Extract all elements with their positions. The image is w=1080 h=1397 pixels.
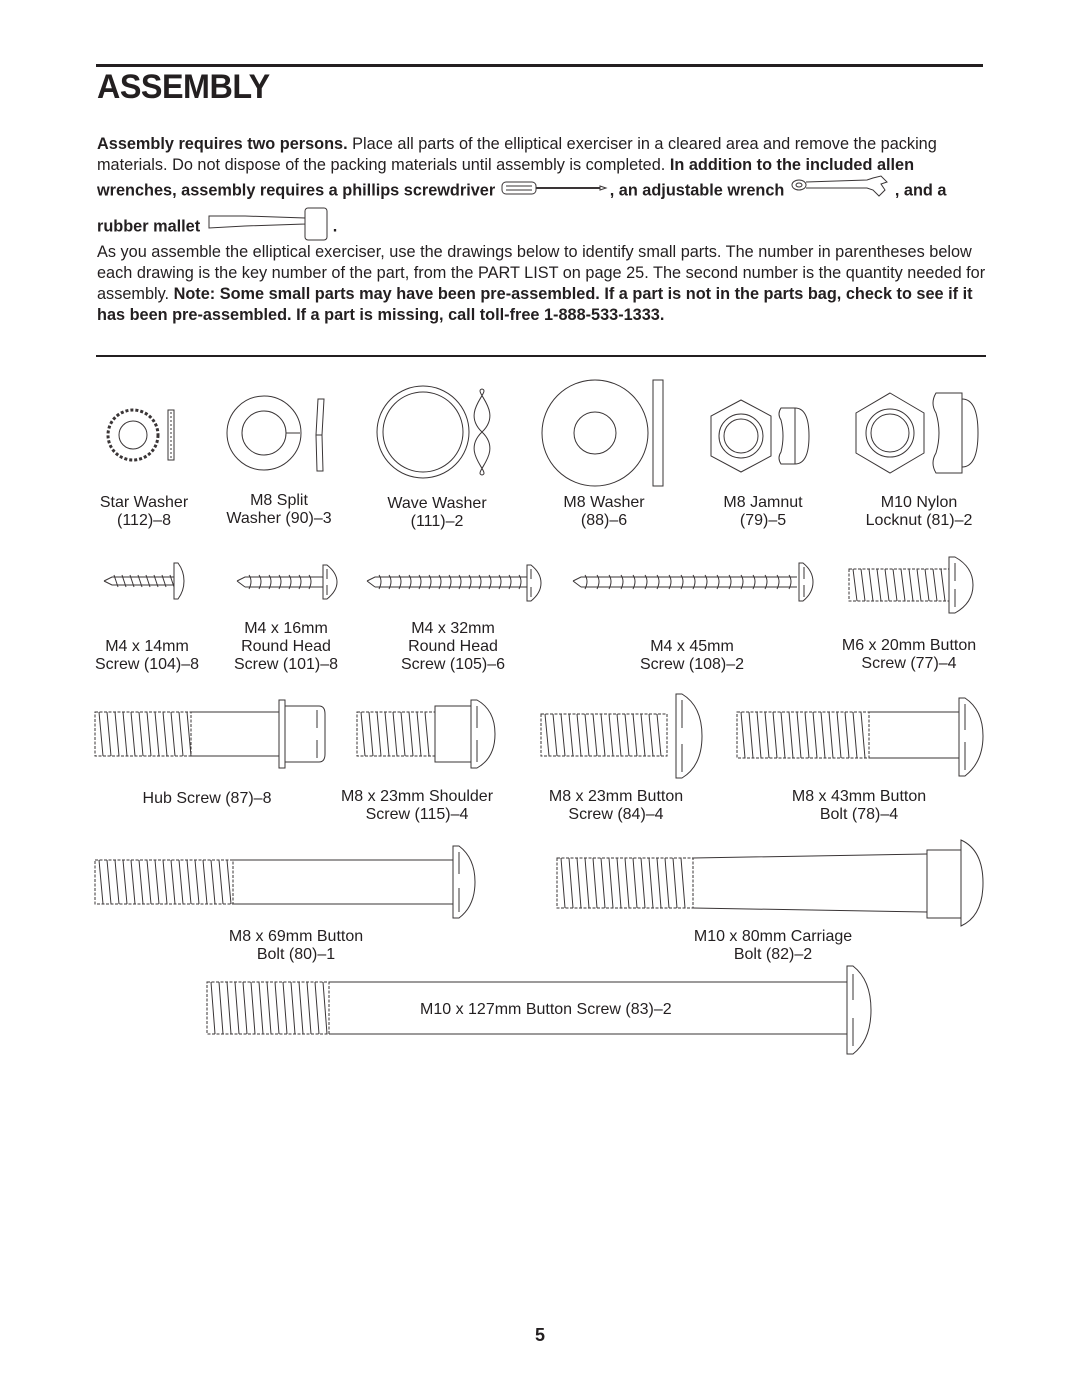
screw-108-label: M4 x 45mm Screw (108)–2 [639, 638, 745, 673]
screw-105-label: M4 x 32mm Round Head Screw (105)–6 [400, 620, 506, 673]
nylon-locknut-drawing [855, 392, 986, 480]
instructions-note: Note: Some small parts may have been pre… [97, 285, 973, 324]
carriage-bolt-82-drawing [555, 839, 985, 931]
intro-paragraph: Assembly requires two persons. Place all… [97, 134, 987, 248]
button-bolt-78-label: M8 x 43mm Button Bolt (78)–4 [791, 788, 927, 823]
section-rule [96, 355, 986, 357]
screw-108-drawing [572, 562, 814, 606]
carriage-bolt-82-label: M10 x 80mm Carriage Bolt (82)–2 [693, 928, 853, 963]
nylon-locknut-label: M10 Nylon Locknut (81)–2 [865, 494, 973, 529]
hub-screw-label: Hub Screw (87)–8 [142, 790, 272, 807]
intro-period: . [332, 217, 338, 236]
hub-screw-drawing [93, 698, 329, 775]
button-bolt-80-drawing [93, 845, 477, 923]
page-title: ASSEMBLY [97, 68, 270, 106]
button-screw-84-head [675, 693, 706, 783]
instructions-paragraph: As you assemble the elliptical exerciser… [97, 242, 987, 326]
m8-jamnut-drawing [710, 398, 821, 483]
star-washer-label: Star Washer (112)–8 [99, 494, 189, 529]
screw-105-drawing [366, 564, 542, 606]
intro-wrench-text: , an adjustable wrench [609, 181, 785, 200]
adjustable-wrench-icon [789, 175, 895, 206]
top-rule [96, 64, 983, 67]
split-washer-label: M8 Split Washer (90)–3 [226, 492, 332, 527]
wave-washer-drawing [376, 385, 506, 484]
screw-77-label: M6 x 20mm Button Screw (77)–4 [841, 637, 977, 672]
screw-104-drawing [103, 562, 185, 604]
screw-77-drawing [847, 556, 977, 618]
shoulder-screw-label: M8 x 23mm Shoulder Screw (115)–4 [340, 788, 494, 823]
m8-jamnut-label: M8 Jamnut (79)–5 [723, 494, 803, 529]
screwdriver-icon [500, 180, 610, 202]
button-bolt-80-label: M8 x 69mm Button Bolt (80)–1 [228, 928, 364, 963]
m8-washer-label: M8 Washer (88)–6 [563, 494, 645, 529]
screw-104-label: M4 x 14mm Screw (104)–8 [94, 638, 200, 673]
page-number: 5 [534, 1325, 545, 1345]
split-washer-drawing [226, 395, 346, 480]
screw-101-label: M4 x 16mm Round Head Screw (101)–8 [233, 620, 339, 673]
star-washer-drawing [106, 400, 188, 475]
button-screw-84-label: M8 x 23mm Button Screw (84)–4 [548, 788, 684, 823]
m8-washer-drawing [541, 379, 672, 495]
wave-washer-label: Wave Washer (111)–2 [387, 495, 487, 530]
screw-101-drawing [236, 564, 338, 604]
button-screw-84-drawing [539, 696, 669, 777]
intro-bold-two-persons: Assembly requires two persons. [97, 135, 348, 153]
shoulder-screw-drawing [355, 698, 496, 775]
button-bolt-78-drawing [735, 696, 985, 785]
button-screw-83-label: M10 x 127mm Button Screw (83)–2 [420, 1001, 672, 1018]
